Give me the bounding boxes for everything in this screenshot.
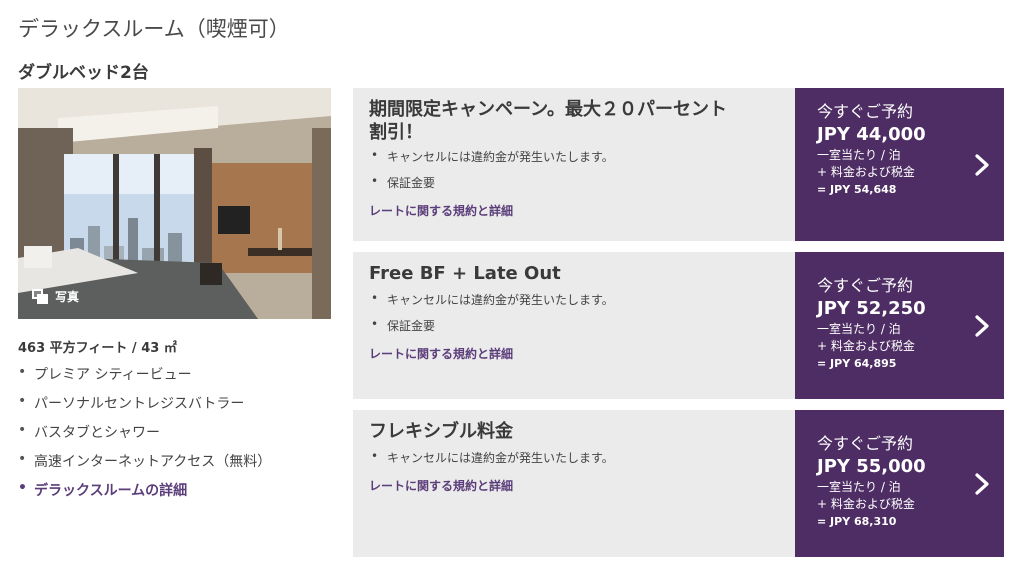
- book-now-button[interactable]: 今すぐご予約 JPY 52,250 一室当たり / 泊 + 料金および税金 = …: [795, 252, 1004, 399]
- rate-card: フレキシブル料金 • キャンセルには違約金が発生いたします。 レートに関する規約と…: [353, 410, 1004, 557]
- rate-info: Free BF + Late Out • キャンセルには違約金が発生いたします。 …: [353, 252, 795, 399]
- rate-price: JPY 44,000: [817, 124, 926, 145]
- book-now-label: 今すぐご予約: [817, 102, 914, 121]
- rate-condition: • 保証金要: [371, 317, 436, 333]
- rate-condition: • キャンセルには違約金が発生いたします。: [371, 148, 614, 164]
- rate-condition: • 保証金要: [371, 174, 436, 190]
- rate-conditions: • キャンセルには違約金が発生いたします。 • 保証金要: [369, 148, 779, 200]
- rate-card: 期間限定キャンペーン。最大２０パーセント 割引！ • キャンセルには違約金が発生い…: [353, 88, 1004, 241]
- room-photo[interactable]: 写真: [18, 88, 331, 319]
- rate-name-continued: 割引！: [369, 122, 423, 143]
- chevron-right-icon: [975, 153, 989, 176]
- book-now-button[interactable]: 今すぐご予約 JPY 55,000 一室当たり / 泊 + 料金および税金 = …: [795, 410, 1004, 557]
- amenity-item: • パーソナルセントレジスバトラー: [18, 393, 245, 412]
- book-now-button[interactable]: 今すぐご予約 JPY 44,000 一室当たり / 泊 + 料金および税金 = …: [795, 88, 1004, 241]
- rate-conditions: • キャンセルには違約金が発生いたします。: [369, 449, 779, 475]
- room-photo-image: [18, 88, 331, 319]
- amenity-item: • 高速インターネットアクセス（無料）: [18, 451, 272, 470]
- bed-type: ダブルベッド2台: [18, 63, 149, 83]
- chevron-right-icon: [975, 314, 989, 337]
- rate-condition: • キャンセルには違約金が発生いたします。: [371, 449, 614, 465]
- rate-total: = JPY 54,648: [817, 183, 897, 196]
- photo-gallery-icon: [32, 288, 50, 305]
- book-now-label: 今すぐご予約: [817, 434, 914, 453]
- rate-info: 期間限定キャンペーン。最大２０パーセント 割引！ • キャンセルには違約金が発生い…: [353, 88, 795, 241]
- amenity-item: • バスタブとシャワー: [18, 422, 160, 441]
- rate-name: 期間限定キャンペーン。最大２０パーセント: [369, 99, 728, 120]
- amenity-list: • プレミア シティービュー • パーソナルセントレジスバトラー • バスタブとシャワ…: [18, 364, 271, 509]
- rate-total: = JPY 64,895: [817, 357, 897, 370]
- rate-conditions: • キャンセルには違約金が発生いたします。 • 保証金要: [369, 291, 779, 343]
- photo-gallery-button[interactable]: 写真: [32, 288, 79, 305]
- book-now-label: 今すぐご予約: [817, 276, 914, 295]
- amenity-item: • プレミア シティービュー: [18, 364, 192, 383]
- rate-total: = JPY 68,310: [817, 515, 897, 528]
- rate-condition: • キャンセルには違約金が発生いたします。: [371, 291, 614, 307]
- room-size: 463 平方フィート / 43 ㎡: [18, 341, 177, 356]
- photo-gallery-label: 写真: [55, 290, 80, 304]
- rate-tax-note: + 料金および税金: [817, 497, 915, 511]
- room-title: デラックスルーム（喫煙可）: [18, 17, 290, 41]
- rate-tax-note: + 料金および税金: [817, 339, 915, 353]
- rate-terms-link[interactable]: レートに関する規約と詳細: [369, 202, 513, 219]
- rate-card: Free BF + Late Out • キャンセルには違約金が発生いたします。 …: [353, 252, 1004, 399]
- chevron-right-icon: [975, 472, 989, 495]
- rate-name: Free BF + Late Out: [369, 263, 561, 284]
- rate-terms-link[interactable]: レートに関する規約と詳細: [369, 345, 513, 362]
- rate-name: フレキシブル料金: [369, 421, 513, 442]
- rate-info: フレキシブル料金 • キャンセルには違約金が発生いたします。 レートに関する規約と…: [353, 410, 795, 557]
- rate-terms-link[interactable]: レートに関する規約と詳細: [369, 477, 513, 494]
- room-details-link[interactable]: • デラックスルームの詳細: [18, 480, 271, 509]
